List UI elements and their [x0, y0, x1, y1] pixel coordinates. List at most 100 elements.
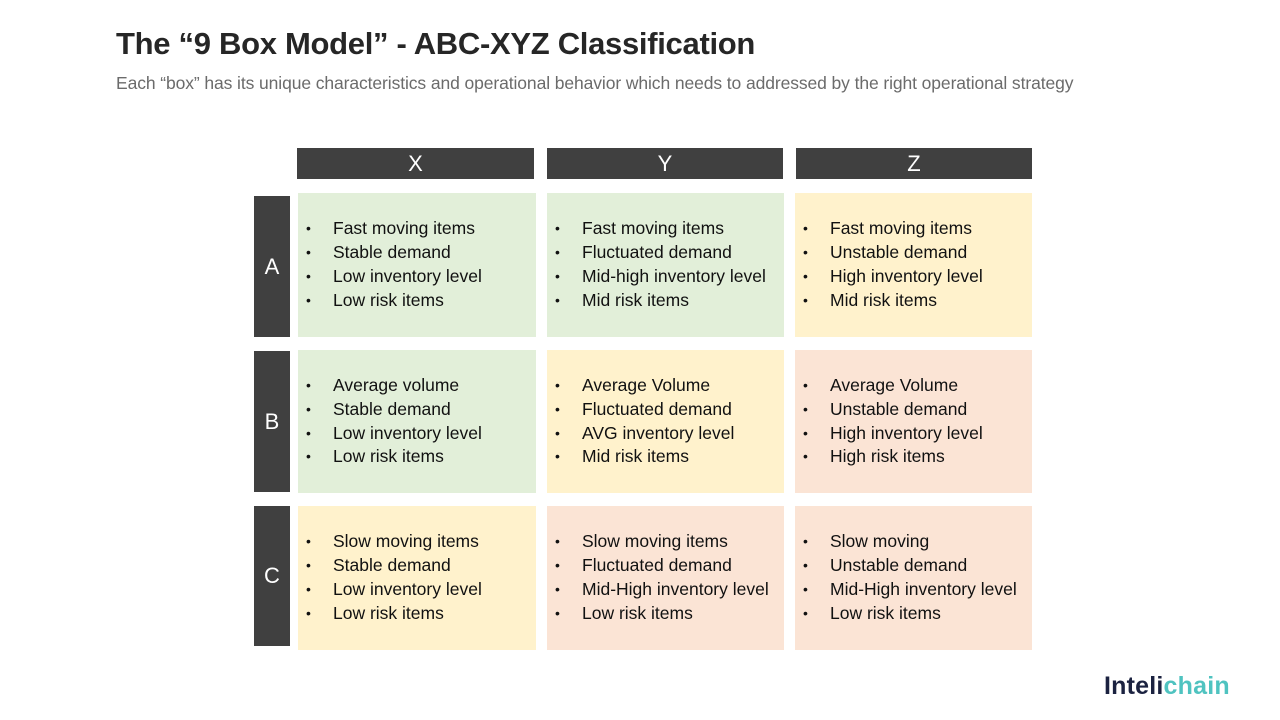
column-header-x: X — [297, 148, 534, 179]
characteristics-list: • Fast moving items • Fluctuated demand • Mid… — [553, 217, 782, 312]
list-item: • Unstable demand — [801, 398, 1030, 422]
list-item: • Fast moving items — [553, 217, 782, 241]
box-bz: • Average Volume • Unstable demand • High inv… — [795, 350, 1032, 493]
list-item: • Low risk items — [304, 289, 533, 313]
item-text: Low risk items — [333, 289, 444, 310]
bullet-icon: • — [803, 424, 808, 441]
list-item: • Average Volume — [553, 374, 782, 398]
box-bx: • Average volume • Stable demand • Low invent… — [298, 350, 536, 493]
characteristics-list: • Average Volume • Unstable demand • High inv… — [801, 374, 1030, 469]
box-cx: • Slow moving items • Stable demand • Low inv… — [298, 506, 536, 650]
list-item: • Stable demand — [304, 241, 533, 265]
item-text: Low inventory level — [333, 266, 482, 286]
list-item: • Low risk items — [553, 602, 782, 626]
bullet-icon: • — [306, 533, 311, 550]
bullet-icon: • — [555, 291, 560, 308]
item-text: Fast moving items — [582, 218, 724, 239]
list-item: • Average Volume — [801, 374, 1030, 398]
logo-part-inteli: Inteli — [1104, 672, 1164, 700]
list-item: • Low risk items — [801, 602, 1030, 626]
list-item: • Stable demand — [304, 554, 533, 578]
column-header-z: Z — [796, 148, 1032, 179]
item-text: Low risk items — [333, 602, 444, 623]
item-text: Slow moving items — [333, 531, 479, 552]
bullet-icon: • — [306, 291, 311, 308]
bullet-icon: • — [555, 533, 560, 550]
item-text: Slow moving items — [582, 531, 728, 552]
bullet-icon: • — [803, 376, 808, 393]
row-header-c: C — [254, 506, 290, 646]
item-text: Low inventory level — [333, 422, 482, 443]
list-item: • High risk items — [801, 445, 1030, 469]
bullet-icon: • — [306, 244, 311, 261]
item-text: Stable demand — [333, 398, 451, 419]
item-text: Mid risk items — [830, 289, 937, 310]
item-text: Low inventory level — [333, 579, 482, 599]
list-item: • Mid-High inventory level — [801, 578, 1030, 602]
bullet-icon: • — [803, 581, 808, 597]
bullet-icon: • — [555, 244, 560, 261]
bullet-icon: • — [803, 533, 808, 550]
bullet-icon: • — [306, 376, 311, 393]
item-text: Mid-high inventory level — [582, 266, 766, 286]
list-item: • Stable demand — [304, 398, 533, 422]
bullet-icon: • — [555, 220, 560, 237]
bullet-icon: • — [555, 557, 560, 574]
bullet-icon: • — [803, 268, 808, 284]
item-text: Slow moving — [830, 531, 930, 552]
list-item: • Low risk items — [304, 445, 533, 469]
list-item: • Unstable demand — [801, 554, 1030, 578]
item-text: Mid risk items — [582, 289, 689, 310]
list-item: • Fluctuated demand — [553, 398, 782, 422]
bullet-icon: • — [306, 448, 311, 465]
list-item: • High inventory level — [801, 422, 1030, 446]
bullet-icon: • — [306, 220, 311, 237]
bullet-icon: • — [803, 244, 808, 261]
list-item: • Low inventory level — [304, 422, 533, 446]
list-item: • Low risk items — [304, 602, 533, 626]
bullet-icon: • — [306, 581, 311, 597]
item-text: Mid risk items — [582, 446, 689, 467]
item-text: Fluctuated demand — [582, 555, 732, 576]
item-text: High inventory level — [830, 266, 983, 286]
item-text: Low risk items — [333, 446, 444, 467]
list-item: • Mid risk items — [801, 289, 1030, 313]
list-item: • Fast moving items — [801, 217, 1030, 241]
item-text: High inventory level — [830, 422, 983, 443]
list-item: • AVG inventory level — [553, 422, 782, 446]
box-cz: • Slow moving • Unstable demand • Mid-High in… — [795, 506, 1032, 650]
characteristics-list: • Fast moving items • Unstable demand • High … — [801, 217, 1030, 312]
column-header-y: Y — [547, 148, 783, 179]
list-item: • Fluctuated demand — [553, 554, 782, 578]
bullet-icon: • — [306, 400, 311, 417]
row-header-a: A — [254, 196, 290, 337]
item-text: Unstable demand — [830, 555, 968, 576]
bullet-icon: • — [306, 424, 311, 441]
bullet-icon: • — [803, 291, 808, 308]
item-text: Stable demand — [333, 555, 451, 576]
characteristics-list: • Slow moving • Unstable demand • Mid-High in… — [801, 530, 1030, 625]
list-item: • Slow moving items — [553, 530, 782, 554]
bullet-icon: • — [555, 448, 560, 465]
bullet-icon: • — [555, 376, 560, 393]
box-ax: • Fast moving items • Stable demand • Low inv… — [298, 193, 536, 337]
bullet-icon: • — [555, 268, 560, 284]
list-item: • Slow moving — [801, 530, 1030, 554]
item-text: Fast moving items — [333, 218, 475, 239]
list-item: • Mid-high inventory level — [553, 265, 782, 289]
bullet-icon: • — [803, 557, 808, 574]
list-item: • Low inventory level — [304, 578, 533, 602]
list-item: • Average volume — [304, 374, 533, 398]
list-item: • Slow moving items — [304, 530, 533, 554]
item-text: High risk items — [830, 446, 945, 467]
page-subtitle: Each “box” has its unique characteristic… — [116, 73, 1074, 93]
bullet-icon: • — [555, 604, 560, 621]
bullet-icon: • — [555, 400, 560, 417]
item-text: Unstable demand — [830, 398, 968, 419]
box-ay: • Fast moving items • Fluctuated demand • Mid… — [547, 193, 784, 337]
bullet-icon: • — [306, 604, 311, 621]
page-title: The “9 Box Model” - ABC-XYZ Classificati… — [116, 26, 756, 61]
list-item: • Unstable demand — [801, 241, 1030, 265]
item-text: Fluctuated demand — [582, 242, 732, 263]
list-item: • Mid risk items — [553, 289, 782, 313]
